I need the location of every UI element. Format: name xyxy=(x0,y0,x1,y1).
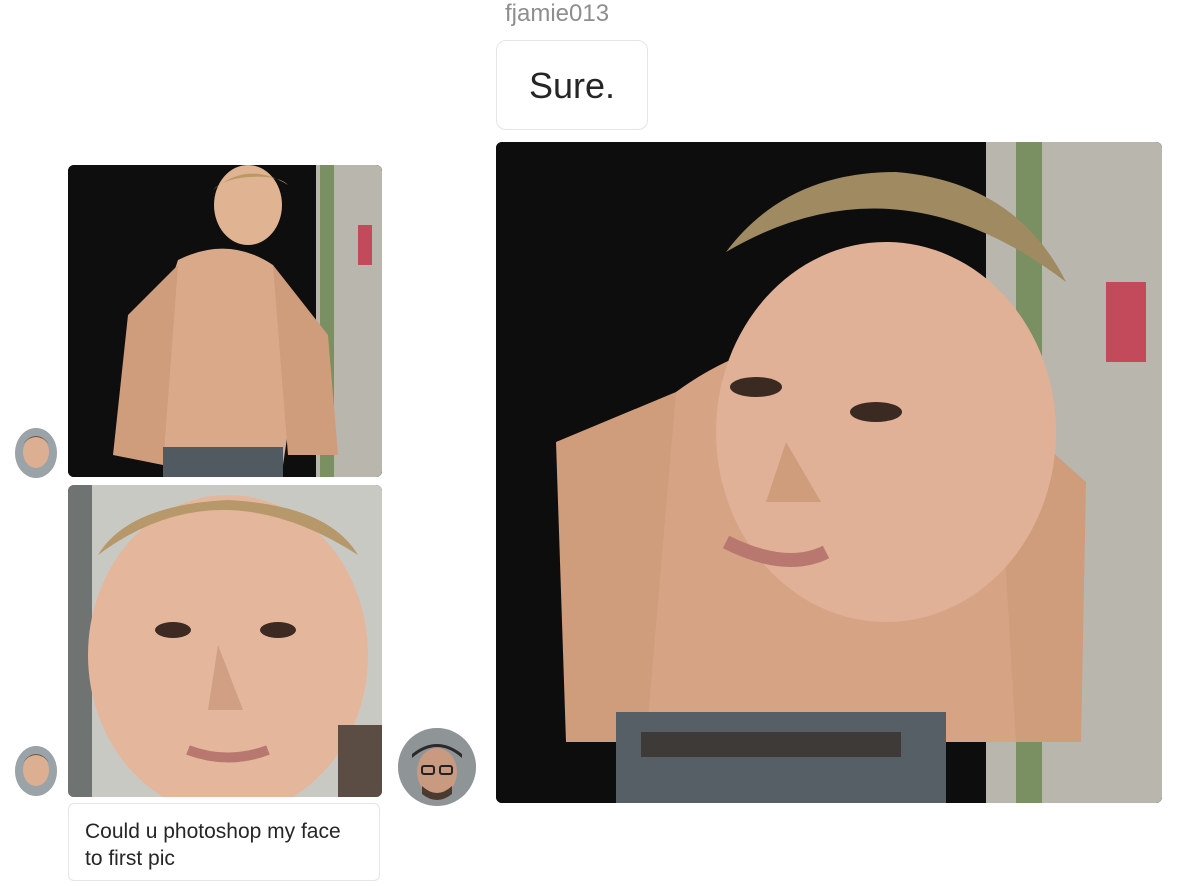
incoming-photo-2[interactable] xyxy=(68,485,382,797)
receiver-avatar[interactable] xyxy=(398,728,476,806)
edited-photo-icon xyxy=(496,142,1162,803)
chat-screen: fjamie013 Sure. Could u photoshop my fac… xyxy=(0,0,1200,886)
user-avatar-icon xyxy=(15,428,57,478)
incoming-photo-1[interactable] xyxy=(68,165,382,477)
incoming-message-bubble[interactable]: Could u photoshop my face to first pic xyxy=(68,803,380,881)
sender-avatar-1[interactable] xyxy=(15,428,57,478)
user-avatar-icon xyxy=(398,728,476,806)
sender-avatar-2[interactable] xyxy=(15,746,57,796)
selfie-photo-icon xyxy=(68,485,382,797)
sender-username[interactable]: fjamie013 xyxy=(505,0,609,28)
outgoing-photo[interactable] xyxy=(496,142,1162,803)
outgoing-message-bubble[interactable]: Sure. xyxy=(496,40,648,130)
shirtless-photo-icon xyxy=(68,165,382,477)
user-avatar-icon xyxy=(15,746,57,796)
